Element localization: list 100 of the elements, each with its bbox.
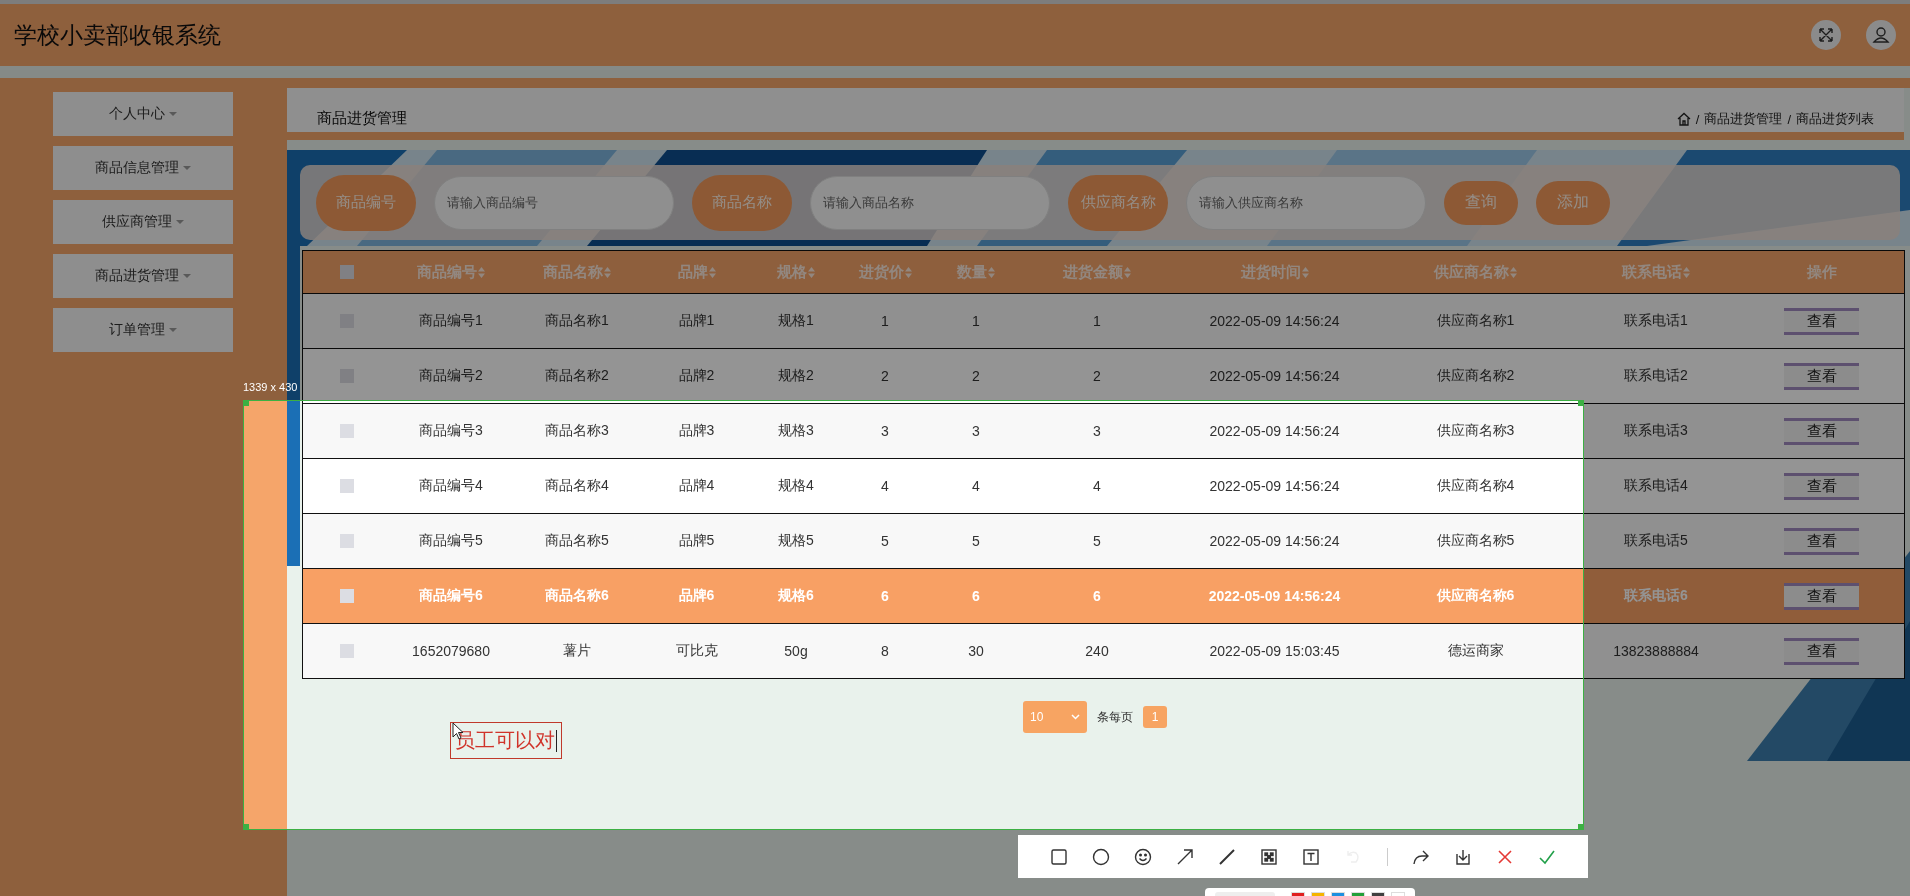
table-cell: 商品编号2 <box>419 367 483 385</box>
sort-icon[interactable] <box>988 266 995 278</box>
view-button[interactable]: 查看 <box>1784 362 1859 390</box>
table-cell: 商品编号1 <box>419 312 483 330</box>
sort-icon[interactable] <box>604 266 611 278</box>
sort-icon[interactable] <box>478 266 485 278</box>
table-row[interactable]: 商品编号6 商品名称6 品牌6 规格6 6 6 6 2022-05-09 14:56:24 供应商名称6 联系电话6 查看 <box>303 569 1904 624</box>
table-cell: 3 <box>881 423 889 439</box>
table-cell: 联系电话6 <box>1624 587 1688 605</box>
breadcrumb-separator: / <box>1695 111 1700 127</box>
capture-selection[interactable] <box>243 400 1584 830</box>
cancel-icon[interactable] <box>1495 847 1514 866</box>
table-cell: 2022-05-09 14:56:24 <box>1209 423 1340 439</box>
checkbox[interactable] <box>339 265 354 279</box>
table-cell: 联系电话5 <box>1624 532 1688 550</box>
table-cell: 规格5 <box>778 532 814 550</box>
arrow-icon[interactable] <box>1176 847 1195 866</box>
search-field[interactable]: 请输入商品名称 <box>810 175 1050 230</box>
pen-icon[interactable] <box>1218 847 1237 866</box>
table-cell: 30 <box>968 643 984 659</box>
caret-icon <box>169 112 177 116</box>
table-cell: 2022-05-09 14:56:24 <box>1209 533 1340 549</box>
table-cell: 商品名称4 <box>545 477 609 495</box>
table-row[interactable]: 商品编号5 商品名称5 品牌5 规格5 5 5 5 2022-05-09 14:56:24 供应商名称5 联系电话5 查看 <box>303 514 1904 569</box>
sort-icon[interactable] <box>1683 266 1690 278</box>
fullscreen-icon[interactable] <box>1811 20 1841 50</box>
table-row[interactable]: 1652079680 薯片 可比克 50g 8 30 240 2022-05-09 15:03:45 德运商家 13823888884 查看 <box>303 624 1904 678</box>
table-cell: 规格4 <box>778 477 814 495</box>
table-cell: 联系电话2 <box>1624 367 1688 385</box>
table-cell: 50g <box>784 643 808 659</box>
caret-icon <box>183 274 191 278</box>
home-icon[interactable] <box>1676 112 1691 126</box>
table-cell: 联系电话4 <box>1624 477 1688 495</box>
table-row[interactable]: 商品编号1 商品名称1 品牌1 规格1 1 1 1 2022-05-09 14:56:24 供应商名称1 联系电话1 查看 <box>303 294 1904 349</box>
view-button[interactable]: 查看 <box>1784 527 1859 555</box>
table-cell: 商品编号4 <box>419 477 483 495</box>
sort-icon[interactable] <box>1301 266 1309 278</box>
table-cell: 品牌2 <box>678 367 715 385</box>
emoji-icon[interactable] <box>1134 847 1153 866</box>
sidebar-item[interactable]: 商品信息管理 <box>53 146 233 190</box>
table-cell: 商品编号5 <box>419 532 483 550</box>
view-button[interactable]: 查看 <box>1784 582 1859 610</box>
save-icon[interactable] <box>1453 847 1472 866</box>
table-cell: 商品名称5 <box>545 532 609 550</box>
table-cell: 1 <box>972 313 980 329</box>
field-label: 商品编号 <box>316 174 416 231</box>
text-icon[interactable] <box>1302 847 1321 866</box>
table-cell: 5 <box>881 533 889 549</box>
breadcrumb-link[interactable]: 商品进货列表 <box>1796 110 1874 128</box>
caret-icon <box>183 166 191 170</box>
table-cell: 5 <box>972 533 980 549</box>
table-cell: 品牌1 <box>678 312 715 330</box>
checkbox[interactable] <box>339 589 354 603</box>
table-cell: 德运商家 <box>1447 642 1504 660</box>
view-button[interactable]: 查看 <box>1784 472 1859 500</box>
table-cell: 商品名称1 <box>545 312 609 330</box>
view-button[interactable]: 查看 <box>1784 307 1859 335</box>
table-cell: 薯片 <box>563 642 591 660</box>
view-button[interactable]: 查看 <box>1784 637 1859 665</box>
sidebar-item[interactable]: 商品进货管理 <box>53 254 233 298</box>
sort-icon[interactable] <box>1510 266 1517 278</box>
ellipse-icon[interactable] <box>1092 847 1111 866</box>
rectangle-icon[interactable] <box>1050 847 1069 866</box>
table-cell: 供应商名称4 <box>1436 477 1515 495</box>
table-cell: 2022-05-09 15:03:45 <box>1209 643 1340 659</box>
user-icon[interactable] <box>1866 20 1896 50</box>
sort-icon[interactable] <box>904 266 912 278</box>
sort-icon[interactable] <box>808 266 815 278</box>
table-cell: 联系电话3 <box>1624 422 1688 440</box>
table-cell: 2022-05-09 14:56:24 <box>1209 478 1340 494</box>
checkbox[interactable] <box>339 534 354 548</box>
table-cell: 商品编号6 <box>419 587 483 605</box>
table-cell: 品牌6 <box>678 587 715 605</box>
search-field[interactable]: 请输入商品编号 <box>434 175 674 230</box>
sort-icon[interactable] <box>708 266 716 278</box>
field-label: 供应商名称 <box>1068 174 1168 231</box>
mosaic-icon[interactable] <box>1260 847 1279 866</box>
view-button[interactable]: 查看 <box>1784 417 1859 445</box>
checkbox[interactable] <box>339 644 354 658</box>
caret-icon <box>176 220 184 224</box>
table-row[interactable]: 商品编号3 商品名称3 品牌3 规格3 3 3 3 2022-05-09 14:56:24 供应商名称3 联系电话3 查看 <box>303 404 1904 459</box>
sidebar-item[interactable]: 供应商管理 <box>53 200 233 244</box>
table-cell: 2022-05-09 14:56:24 <box>1208 588 1341 604</box>
text-annotation[interactable]: 员工可以对 <box>450 722 562 759</box>
table-cell: 供应商名称6 <box>1436 587 1515 605</box>
checkbox[interactable] <box>339 424 354 438</box>
table-cell: 规格1 <box>778 312 814 330</box>
search-field[interactable]: 请输入供应商名称 <box>1186 175 1426 230</box>
checkbox[interactable] <box>339 479 354 493</box>
sidebar-item[interactable]: 个人中心 <box>53 92 233 136</box>
page-title: 商品进货管理 <box>317 109 407 128</box>
sidebar-item[interactable]: 订单管理 <box>53 308 233 352</box>
table-cell: 240 <box>1085 643 1109 659</box>
chevron-down-icon <box>1071 714 1080 720</box>
table-cell: 供应商名称5 <box>1436 532 1515 550</box>
table-cell: 2 <box>1093 368 1101 384</box>
table-cell: 2 <box>972 368 980 384</box>
table-cell: 规格3 <box>778 422 814 440</box>
sort-icon[interactable] <box>1124 266 1131 278</box>
breadcrumb-link[interactable]: 商品进货管理 <box>1704 110 1783 128</box>
